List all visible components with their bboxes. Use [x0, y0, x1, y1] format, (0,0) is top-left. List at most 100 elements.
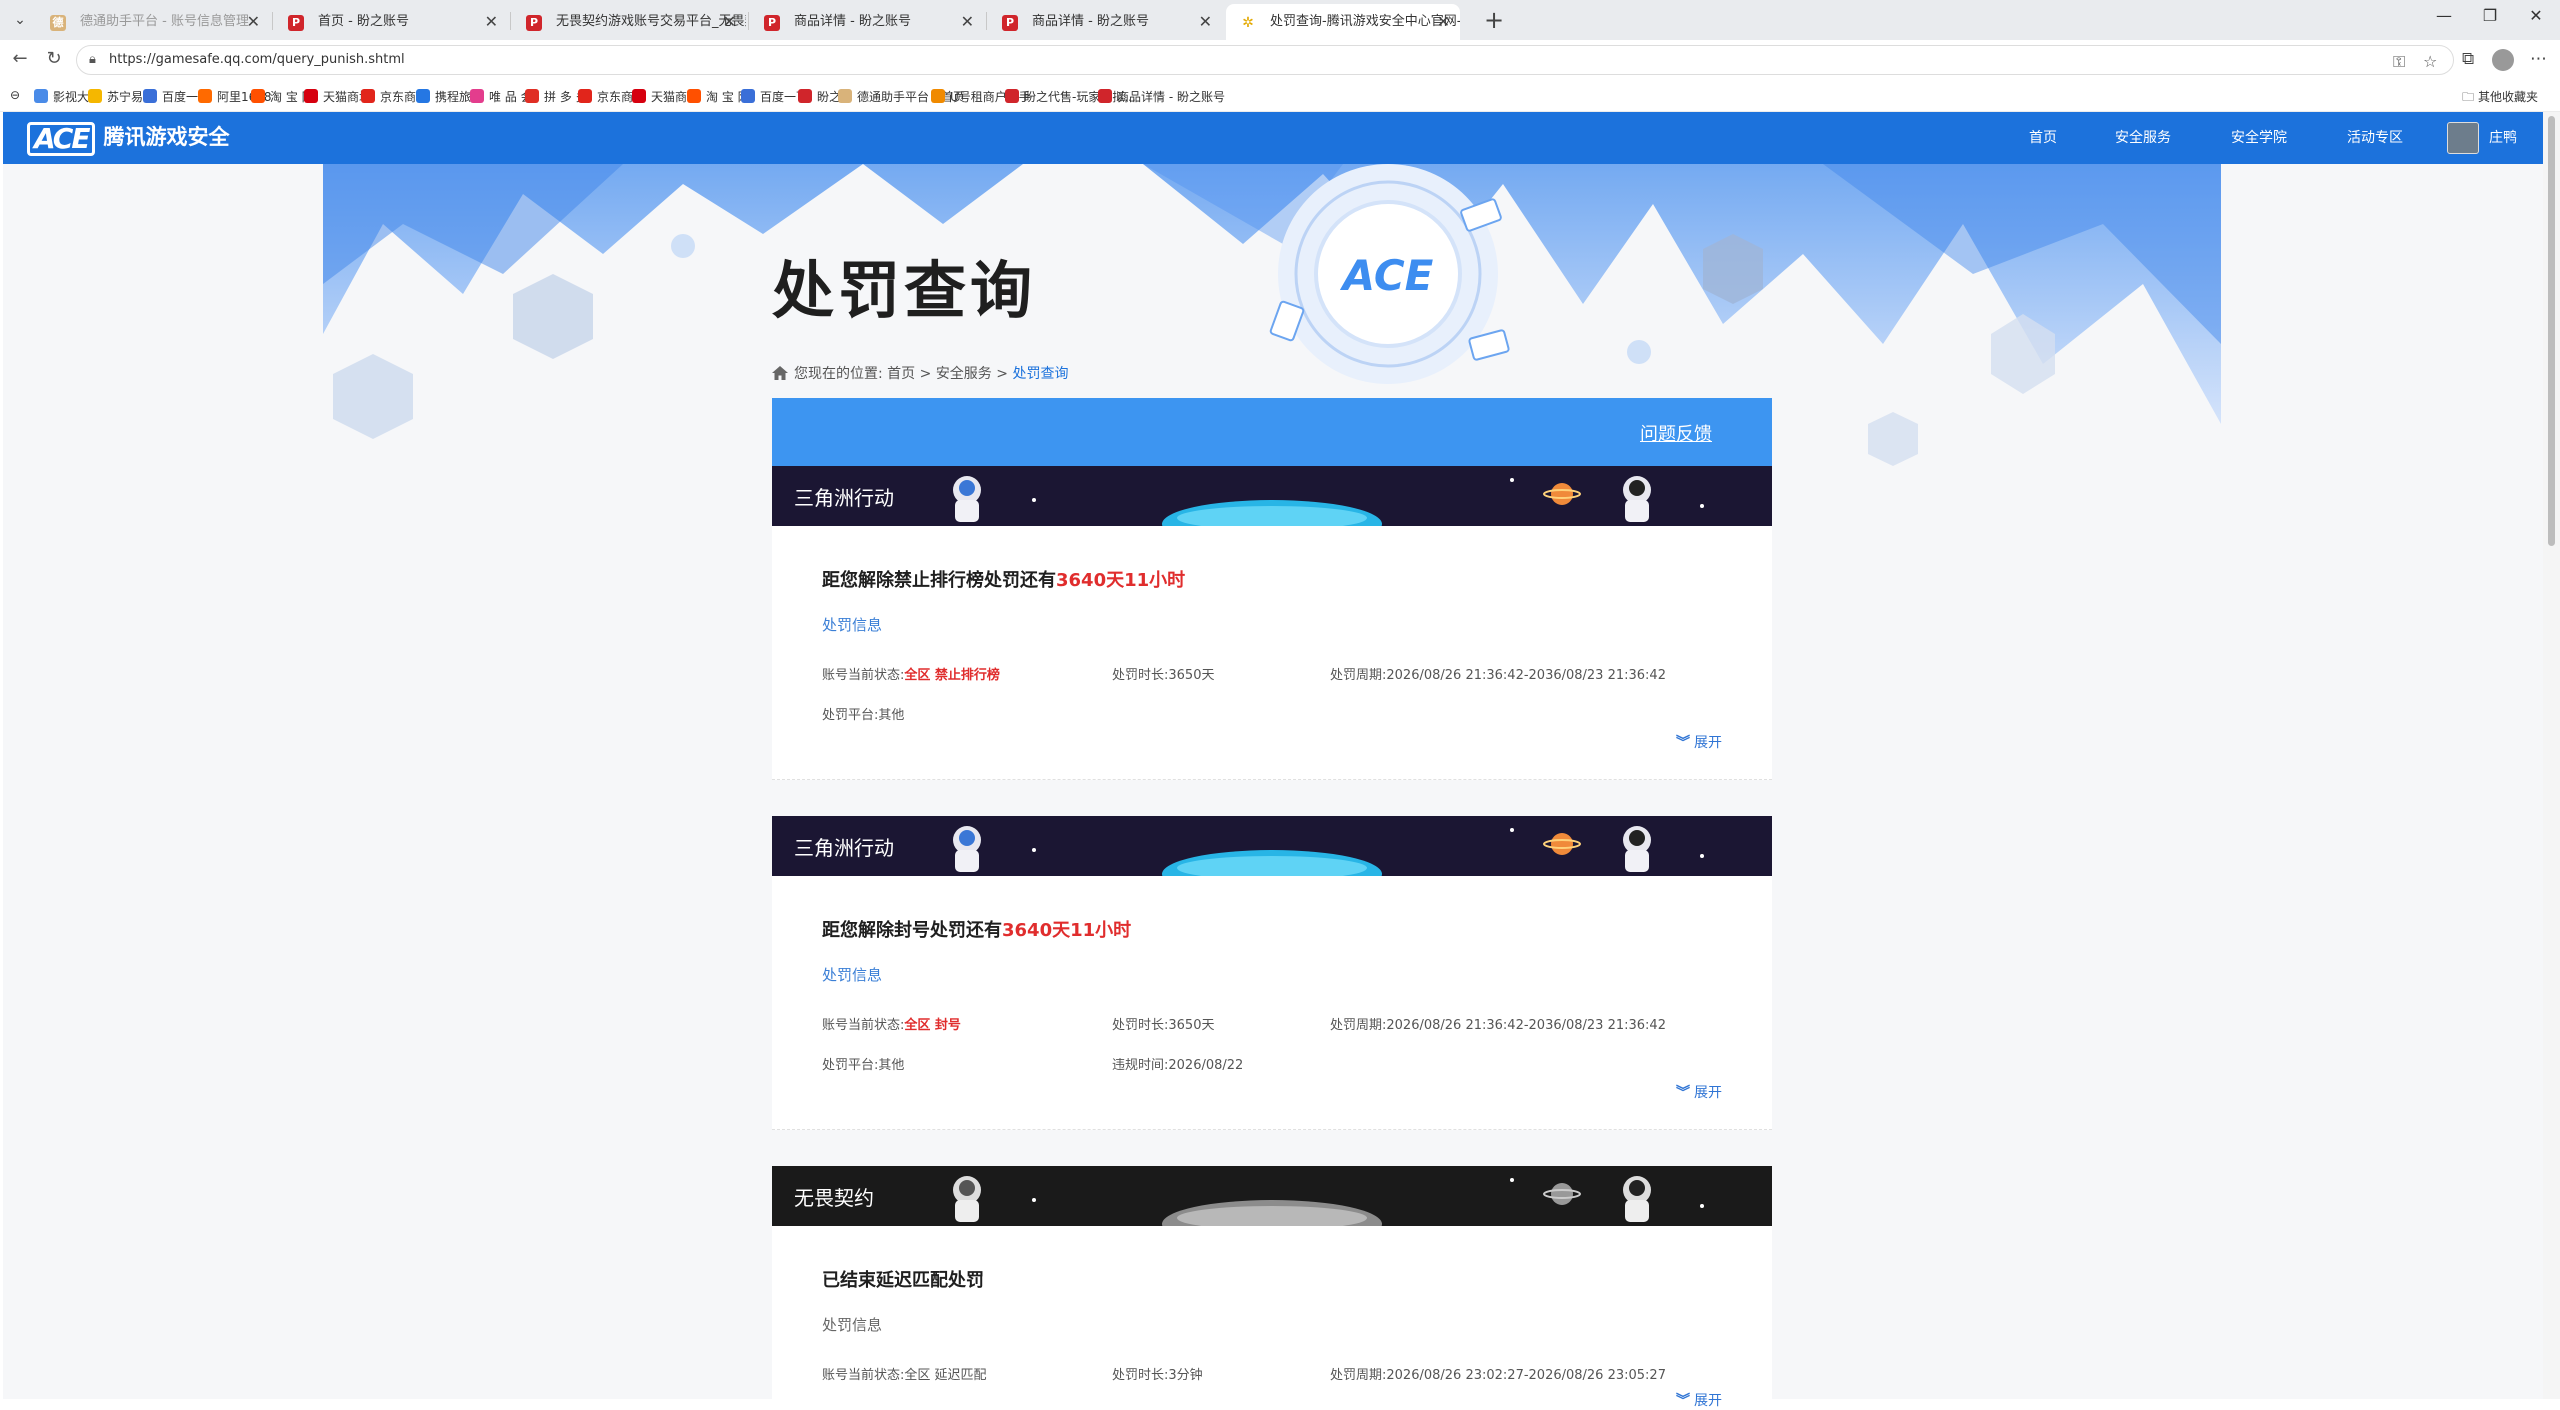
- favicon-icon: 德: [50, 15, 66, 31]
- bookmark-favicon-icon: [687, 89, 701, 103]
- profile-avatar[interactable]: [2492, 49, 2514, 71]
- close-icon[interactable]: ✕: [1437, 4, 1450, 40]
- expand-button[interactable]: ︾ 展开: [1676, 1082, 1722, 1102]
- punishment-title: 已结束延迟匹配处罚: [822, 1270, 984, 1291]
- ace-logo[interactable]: ACE 腾讯游戏安全: [27, 121, 230, 156]
- user-avatar[interactable]: [2447, 122, 2479, 154]
- punishment-duration: 处罚时长:3650天: [1112, 1018, 1215, 1033]
- reload-icon[interactable]: ↻: [42, 48, 66, 69]
- bookmarks-bar: ⊖ 🗀︎ 其他收藏夹 影视大全 苏宁易购 百度一下 阿里1688 淘 宝 网天猫商城 京东…: [0, 80, 2560, 112]
- back-arrow-icon[interactable]: ←: [8, 48, 32, 69]
- bookmark-favicon-icon: [632, 89, 646, 103]
- violation-time: 违规时间:2026/08/22: [1112, 1058, 1244, 1073]
- game-name: 无畏契约: [794, 1186, 874, 1210]
- tab-title: 处罚查询-腾讯游戏安全中心官网-腾讯: [1270, 14, 1460, 29]
- account-status: 账号当前状态:全区 延迟匹配: [822, 1368, 987, 1383]
- favicon-icon: P: [764, 15, 780, 31]
- punishment-record: 三角洲行动 距您解除封号处罚还有3640天11小时 处罚信息 账号当前状态:全区…: [772, 816, 1772, 1130]
- breadcrumb-home[interactable]: 首页: [887, 366, 915, 382]
- bookmark-favicon-icon: [1005, 89, 1019, 103]
- bookmark-favicon-icon: [198, 89, 212, 103]
- close-icon[interactable]: ✕: [723, 4, 736, 40]
- address-bar[interactable]: 🔒︎ https://gamesafe.qq.com/query_punish.…: [76, 45, 2454, 75]
- favicon-icon: P: [1002, 15, 1018, 31]
- game-banner: 无畏契约: [772, 1166, 1772, 1226]
- browser-tab[interactable]: P 首页 - 盼之账号 ✕: [274, 4, 508, 40]
- home-icon: [772, 366, 788, 380]
- nav-home[interactable]: 首页: [2029, 112, 2057, 164]
- tab-separator: [748, 12, 749, 30]
- tab-title: 商品详情 - 盼之账号: [794, 14, 911, 29]
- punishment-title: 距您解除封号处罚还有3640天11小时: [822, 920, 1132, 941]
- game-name: 三角洲行动: [794, 486, 894, 510]
- punishment-period: 处罚周期:2026/08/26 21:36:42-2036/08/23 21:3…: [1330, 668, 1666, 683]
- bookmark-item[interactable]: 商品详情 - 盼之账号: [1098, 88, 1225, 105]
- punishment-platform: 处罚平台:其他: [822, 1058, 905, 1073]
- bookmark-favicon-icon: [361, 89, 375, 103]
- close-icon[interactable]: ✕: [247, 4, 260, 40]
- punishment-duration: 处罚时长:3650天: [1112, 668, 1215, 683]
- browser-tab[interactable]: 德 德通助手平台 - 账号信息管理 ✕: [36, 4, 270, 40]
- logo-text: 腾讯游戏安全: [103, 125, 230, 149]
- expand-button[interactable]: ︾ 展开: [1676, 732, 1722, 752]
- close-icon[interactable]: ✕: [961, 4, 974, 40]
- bookmark-item[interactable]: 唯 品 会: [470, 88, 533, 105]
- minimize-icon[interactable]: —: [2424, 6, 2464, 25]
- star-icon[interactable]: ☆: [2423, 52, 2437, 71]
- page-scrollbar[interactable]: [2543, 112, 2560, 1399]
- breadcrumb-service[interactable]: 安全服务: [936, 366, 992, 382]
- browser-tab-active[interactable]: ✲ 处罚查询-腾讯游戏安全中心官网-腾讯 ✕: [1226, 4, 1460, 40]
- game-banner: 三角洲行动: [772, 816, 1772, 876]
- window-close-icon[interactable]: ✕: [2516, 6, 2556, 25]
- browser-tab[interactable]: P 无畏契约游戏账号交易平台_无畏契约 ✕: [512, 4, 746, 40]
- chevron-double-down-icon: ︾: [1676, 1393, 1690, 1409]
- other-bookmarks-folder[interactable]: 🗀︎ 其他收藏夹: [2462, 88, 2538, 109]
- game-name: 三角洲行动: [794, 836, 894, 860]
- nav-security-academy[interactable]: 安全学院: [2231, 112, 2287, 164]
- nav-security-services[interactable]: 安全服务: [2115, 112, 2171, 164]
- tab-list-chevron-icon[interactable]: ⌄: [8, 8, 32, 32]
- expand-button[interactable]: ︾ 展开: [1676, 1390, 1722, 1410]
- results-header-bar: 问题反馈: [772, 398, 1772, 466]
- punishment-period: 处罚周期:2026/08/26 21:36:42-2036/08/23 21:3…: [1330, 1018, 1666, 1033]
- punishment-duration: 处罚时长:3分钟: [1112, 1368, 1203, 1383]
- game-banner: 三角洲行动: [772, 466, 1772, 526]
- browser-tab-strip: ⌄ 德 德通助手平台 - 账号信息管理 ✕ P 首页 - 盼之账号 ✕ P 无畏…: [0, 0, 2560, 40]
- bookmark-favicon-icon: [470, 89, 484, 103]
- tab-separator: [986, 12, 987, 30]
- bookmark-favicon-icon: [578, 89, 592, 103]
- bookmark-item[interactable]: 盼之: [798, 88, 841, 105]
- tab-separator: [510, 12, 511, 30]
- key-icon[interactable]: ⚿: [2393, 52, 2405, 72]
- game-banner-art: [772, 816, 1772, 876]
- browser-tab[interactable]: P 商品详情 - 盼之账号 ✕: [988, 4, 1222, 40]
- feedback-link[interactable]: 问题反馈: [1640, 420, 1712, 446]
- bookmark-label: 商品详情 - 盼之账号: [1117, 90, 1225, 104]
- bookmarks-toggle-icon[interactable]: ⊖: [10, 88, 20, 102]
- user-name[interactable]: 庄鸭: [2489, 112, 2517, 164]
- address-toolbar: ← ↻ 🔒︎ https://gamesafe.qq.com/query_pun…: [0, 40, 2560, 80]
- logo-mark: ACE: [27, 122, 96, 156]
- bookmark-favicon-icon: [838, 89, 852, 103]
- browser-tab[interactable]: P 商品详情 - 盼之账号 ✕: [750, 4, 984, 40]
- new-tab-plus-icon[interactable]: +: [1484, 6, 1504, 34]
- breadcrumb: 您现在的位置: 首页 > 安全服务 > 处罚查询: [772, 363, 1068, 383]
- close-icon[interactable]: ✕: [485, 4, 498, 40]
- punishment-info-heading: 处罚信息: [822, 1316, 883, 1334]
- more-menu-icon[interactable]: ⋯: [2530, 49, 2547, 69]
- bookmark-favicon-icon: [1098, 89, 1112, 103]
- divider: [772, 779, 1772, 780]
- nav-events[interactable]: 活动专区: [2347, 112, 2403, 164]
- breadcrumb-current: 处罚查询: [1012, 366, 1069, 382]
- punishment-info-heading: 处罚信息: [822, 966, 883, 984]
- lock-icon[interactable]: 🔒︎: [89, 52, 96, 67]
- breadcrumb-separator: >: [996, 366, 1008, 382]
- restore-icon[interactable]: ❐: [2470, 6, 2510, 25]
- game-banner-art: [772, 1166, 1772, 1226]
- close-icon[interactable]: ✕: [1199, 4, 1212, 40]
- favicon-icon: P: [526, 15, 542, 31]
- punishment-record: 三角洲行动 距您解除禁止排行榜处罚还有3640天11小时 处罚信息 账号当前状态…: [772, 466, 1772, 780]
- collections-icon[interactable]: ⧉: [2462, 49, 2474, 69]
- scrollbar-thumb[interactable]: [2548, 116, 2555, 546]
- url-text[interactable]: https://gamesafe.qq.com/query_punish.sht…: [109, 52, 405, 67]
